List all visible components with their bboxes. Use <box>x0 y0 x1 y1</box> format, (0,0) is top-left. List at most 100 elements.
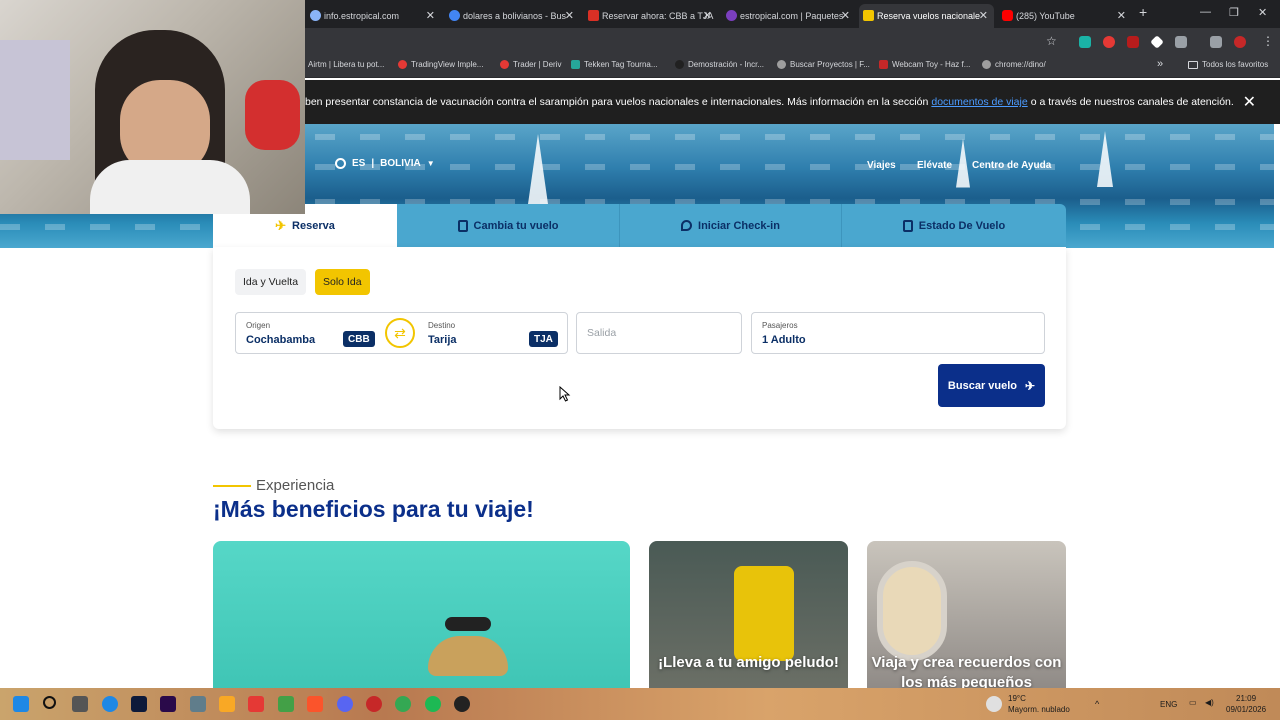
reading-list-icon[interactable] <box>1210 36 1222 48</box>
extension-icon[interactable] <box>1079 36 1091 48</box>
volume-icon[interactable]: ◀) <box>1205 698 1214 707</box>
menu-icon[interactable]: ⋮ <box>1262 34 1274 48</box>
task-view-icon[interactable] <box>72 696 88 712</box>
extension-icon[interactable] <box>1150 35 1164 49</box>
globe-icon <box>777 60 786 69</box>
close-tab-icon[interactable]: ✕ <box>1117 9 1126 22</box>
clock-date[interactable]: 09/01/2026 <box>1226 705 1266 714</box>
tab-check-in[interactable]: Iniciar Check-in <box>620 204 842 247</box>
bookmark-item[interactable]: chrome://dino/ <box>982 60 1046 69</box>
search-icon[interactable] <box>43 696 56 709</box>
close-tab-icon[interactable]: ✕ <box>841 9 850 22</box>
tab-label: Iniciar Check-in <box>698 219 780 232</box>
tray-chevron-icon[interactable]: ^ <box>1095 699 1099 709</box>
file-explorer-icon[interactable] <box>219 696 235 712</box>
promo-card[interactable] <box>213 541 630 690</box>
browser-tab[interactable]: Reservar ahora: CBB a TJA ✕ <box>584 4 718 28</box>
tab-title: Reservar ahora: CBB a TJA <box>602 11 714 21</box>
sailboat-image <box>956 138 970 188</box>
swap-icon[interactable]: ⇄ <box>385 318 415 348</box>
minecraft-icon[interactable] <box>278 696 294 712</box>
spotify-icon[interactable] <box>425 696 441 712</box>
google-icon <box>449 10 460 21</box>
bookmark-item[interactable]: Demostración - Incr... <box>675 60 764 69</box>
close-icon[interactable]: ✕ <box>1243 92 1256 112</box>
destination-field[interactable]: Destino Tarija TJA <box>418 313 568 353</box>
browser-tab[interactable]: dolares a bolivianos - Bus ✕ <box>445 4 580 28</box>
browser-tab[interactable]: estropical.com | Paquetes ✕ <box>722 4 856 28</box>
app-icon[interactable] <box>366 696 382 712</box>
round-trip-toggle[interactable]: Ida y Vuelta <box>235 269 307 295</box>
tab-change-flight[interactable]: Cambia tu vuelo <box>397 204 620 247</box>
origin-field[interactable]: Origen Cochabamba CBB <box>236 313 386 353</box>
language-selector[interactable]: ES | BOLIVIA ▼ <box>335 158 435 169</box>
nav-elevate[interactable]: Elévate <box>917 160 952 171</box>
close-tab-icon[interactable]: ✕ <box>426 9 435 22</box>
origin-value: Cochabamba <box>246 334 316 346</box>
brave-icon[interactable] <box>307 696 323 712</box>
all-bookmarks-folder[interactable]: Todos los favoritos <box>1188 60 1268 69</box>
profile-avatar[interactable] <box>1234 36 1246 48</box>
search-flight-label: Buscar vuelo <box>947 379 1018 392</box>
browser-tab-active[interactable]: Reserva vuelos nacionale ✕ <box>859 4 994 28</box>
departure-date-field[interactable]: Salida <box>576 312 742 354</box>
star-icon[interactable]: ☆ <box>1046 34 1057 48</box>
browser-tab[interactable]: (285) YouTube ✕ <box>998 4 1132 28</box>
browser-tab[interactable]: info.estropical.com ✕ <box>306 4 441 28</box>
close-tab-icon[interactable]: ✕ <box>703 9 712 22</box>
sailboat-image <box>528 134 548 204</box>
chrome-icon[interactable] <box>395 696 411 712</box>
puzzle-icon[interactable] <box>1175 36 1187 48</box>
close-window-icon[interactable]: ✕ <box>1258 6 1267 19</box>
destination-label: Destino <box>428 321 456 330</box>
tab-flight-status[interactable]: Estado De Vuelo <box>842 204 1066 247</box>
globe-icon <box>335 158 346 169</box>
promo-card-kids[interactable]: Viaja y crea recuerdos con los más peque… <box>867 541 1066 690</box>
input-language[interactable]: ENG <box>1160 700 1177 709</box>
travel-documents-link[interactable]: documentos de viaje <box>931 96 1027 108</box>
folder-icon <box>1188 60 1198 69</box>
bookmark-item[interactable]: Buscar Proyectos | F... <box>777 60 870 69</box>
bookmark-item[interactable]: Tekken Tag Tourna... <box>571 60 658 69</box>
section-kicker: Experiencia <box>256 477 335 494</box>
close-tab-icon[interactable]: ✕ <box>979 9 988 22</box>
discord-icon[interactable] <box>337 696 353 712</box>
new-tab-button[interactable]: + <box>1139 4 1147 20</box>
search-flight-button[interactable]: Buscar vuelo ✈ <box>938 364 1045 407</box>
windows-start-icon[interactable] <box>13 696 29 712</box>
passengers-field[interactable]: Pasajeros 1 Adulto <box>751 312 1045 354</box>
chevron-down-icon: ▼ <box>426 159 435 168</box>
deriv-icon[interactable] <box>248 696 264 712</box>
minimize-icon[interactable]: — <box>1200 6 1211 18</box>
bookmark-item[interactable]: Airtm | Libera tu pot... <box>308 60 384 69</box>
maximize-icon[interactable]: ❐ <box>1229 6 1239 19</box>
suitcase-image <box>734 566 794 661</box>
photoshop-icon[interactable] <box>131 696 147 712</box>
edge-icon[interactable] <box>102 696 118 712</box>
premiere-icon[interactable] <box>160 696 176 712</box>
nav-viajes[interactable]: Viajes <box>867 160 896 171</box>
separator: | <box>371 158 375 169</box>
bookmark-item[interactable]: TradingView Imple... <box>398 60 483 69</box>
network-icon[interactable]: ▭ <box>1189 698 1197 707</box>
weather-cloud-icon <box>986 696 1002 712</box>
nav-help-center[interactable]: Centro de Ayuda <box>972 160 1051 171</box>
bookmark-item[interactable]: Trader | Deriv <box>500 60 561 69</box>
bookmark-item[interactable]: Webcam Toy - Haz f... <box>879 60 970 69</box>
extension-icon[interactable] <box>1127 36 1139 48</box>
origin-code-badge: CBB <box>343 331 375 347</box>
one-way-toggle[interactable]: Solo Ida <box>315 269 370 295</box>
tab-label: Cambia tu vuelo <box>473 219 559 232</box>
booking-tabs: ✈ Reserva Cambia tu vuelo Iniciar Check-… <box>213 204 1066 247</box>
extension-icon[interactable] <box>1103 36 1115 48</box>
clock-time[interactable]: 21:09 <box>1236 694 1256 703</box>
close-tab-icon[interactable]: ✕ <box>565 9 574 22</box>
bookmark-icon <box>398 60 407 69</box>
bookmarks-overflow-button[interactable]: » <box>1157 58 1163 70</box>
youtube-icon <box>1002 10 1013 21</box>
obs-icon[interactable] <box>454 696 470 712</box>
weather-temp[interactable]: 19°C <box>1008 694 1026 703</box>
weather-desc[interactable]: Mayorm. nublado <box>1008 705 1070 714</box>
promo-card-pets[interactable]: ¡Lleva a tu amigo peludo! <box>649 541 848 690</box>
store-icon[interactable] <box>190 696 206 712</box>
